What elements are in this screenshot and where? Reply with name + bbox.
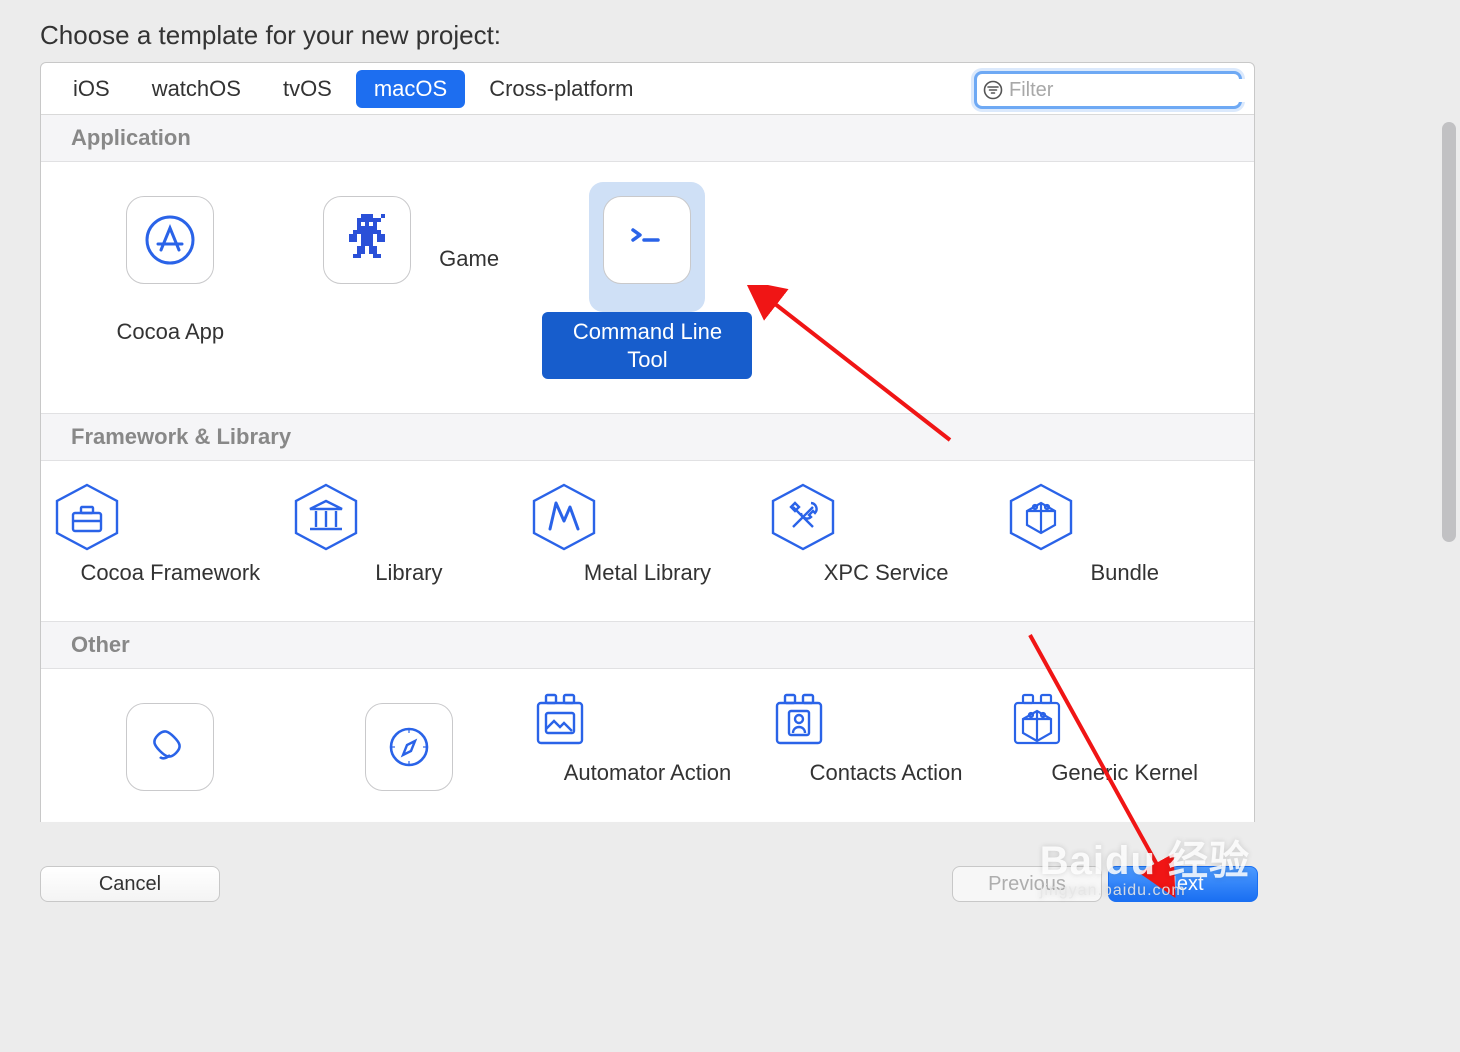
template-command-line-tool[interactable]: Command Line Tool (528, 182, 767, 379)
tab-crossplatform[interactable]: Cross-platform (471, 70, 651, 108)
image-pkg-icon (528, 689, 592, 753)
tab-macos[interactable]: macOS (356, 70, 465, 108)
filter-field[interactable] (974, 71, 1242, 109)
app-store-icon (126, 196, 214, 284)
dialog-prompt: Choose a template for your new project: (40, 20, 501, 51)
compass-icon (365, 703, 453, 791)
tab-ios[interactable]: iOS (55, 70, 128, 108)
template-label: Metal Library (574, 553, 721, 593)
template-library[interactable]: Library (290, 481, 529, 593)
template-label: Automator Action (554, 753, 742, 793)
watermark-brand: Baidu 经验 (1040, 839, 1250, 883)
bundle-pkg-icon (1005, 689, 1069, 753)
section-header-other: Other (41, 621, 1254, 669)
platform-tabs: iOS watchOS tvOS macOS Cross-platform (41, 63, 1254, 115)
pixel-character-icon (323, 196, 411, 284)
template-label: XPC Service (814, 553, 959, 593)
template-xpc-service[interactable]: XPC Service (767, 481, 1006, 593)
scrollbar[interactable] (1440, 62, 1458, 822)
template-label: Library (365, 553, 452, 593)
template-label: Cocoa App (106, 312, 234, 352)
library-hex-icon (290, 481, 362, 553)
template-cocoa-framework[interactable]: Cocoa Framework (51, 481, 290, 593)
template-label: Command Line Tool (542, 312, 752, 379)
template-cocoa-app[interactable]: Cocoa App (51, 182, 290, 379)
template-label: Bundle (1080, 553, 1169, 593)
filter-input[interactable] (1009, 79, 1255, 102)
tab-tvos[interactable]: tvOS (265, 70, 350, 108)
template-scroll-area[interactable]: Application Cocoa App Game Command Line … (41, 115, 1254, 821)
template-bundle[interactable]: Bundle (1005, 481, 1244, 593)
template-label: Game (429, 239, 509, 279)
tab-watchos[interactable]: watchOS (134, 70, 259, 108)
scroll-fade (41, 790, 1254, 822)
scroll-thumb[interactable] (1442, 122, 1456, 542)
template-metal-library[interactable]: Metal Library (528, 481, 767, 593)
metal-hex-icon (528, 481, 600, 553)
contact-pkg-icon (767, 689, 831, 753)
template-label: Generic Kernel (1041, 753, 1208, 793)
template-panel: iOS watchOS tvOS macOS Cross-platform Ap… (40, 62, 1255, 822)
terminal-icon (603, 196, 691, 284)
toolbox-hex-icon (51, 481, 123, 553)
tools-hex-icon (767, 481, 839, 553)
template-label: Cocoa Framework (70, 553, 270, 593)
watermark: Baidu 经验 jingyan.baidu.com (1040, 828, 1250, 900)
section-header-framework: Framework & Library (41, 413, 1254, 461)
section-header-application: Application (41, 115, 1254, 162)
script-icon (126, 703, 214, 791)
template-game[interactable]: Game (290, 182, 529, 379)
template-label: Contacts Action (800, 753, 973, 793)
cancel-button[interactable]: Cancel (40, 866, 220, 902)
watermark-url: jingyan.baidu.com (1040, 882, 1250, 900)
bundle-hex-icon (1005, 481, 1077, 553)
filter-icon (983, 79, 1003, 101)
